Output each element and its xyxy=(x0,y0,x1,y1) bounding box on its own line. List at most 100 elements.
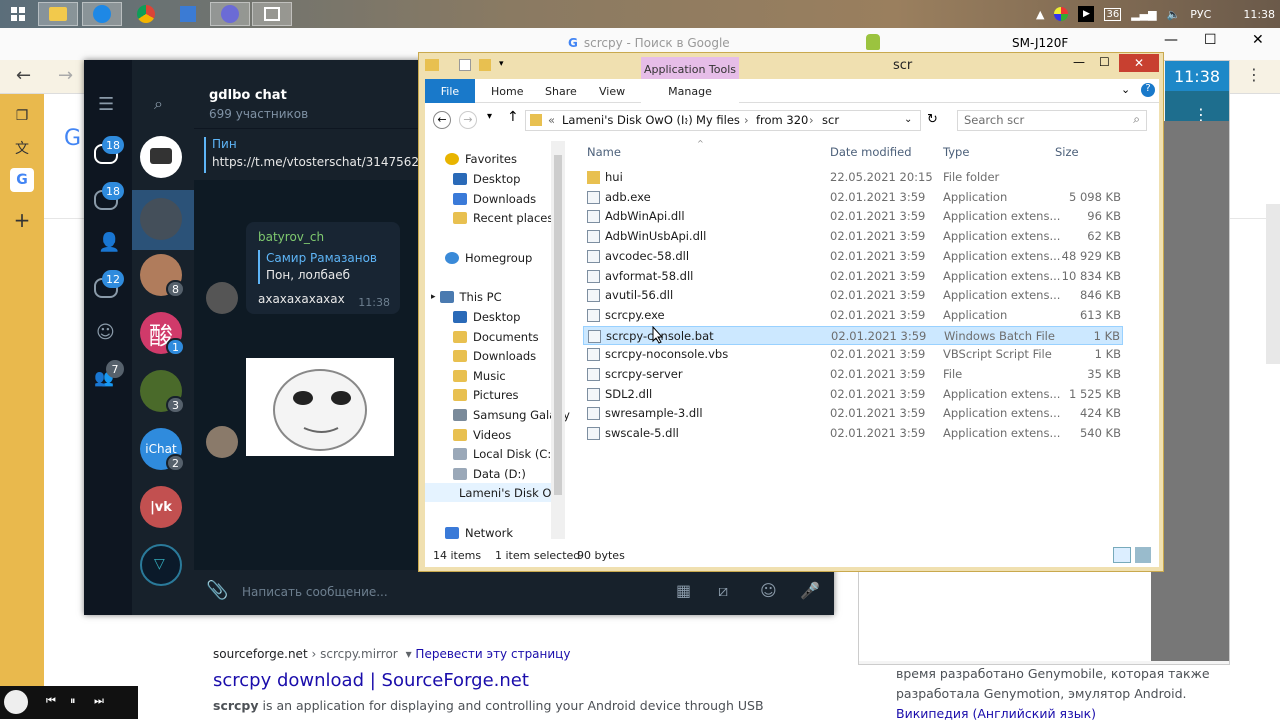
message-bubble[interactable]: batyrov_ch Самир Рамазанов Пон, лолбаеб … xyxy=(246,222,400,314)
start-button[interactable] xyxy=(0,2,36,26)
file-row[interactable]: hui 22.05.2021 20:15 File folder xyxy=(583,168,1123,187)
minimize-icon[interactable]: — xyxy=(1073,55,1085,69)
translate-icon[interactable]: 文 xyxy=(10,136,34,160)
file-row[interactable]: scrcpy-noconsole.vbs 02.01.2021 3:59 VBScr… xyxy=(583,345,1123,364)
nav-local-c[interactable]: Local Disk (C:) xyxy=(453,444,556,463)
avatar[interactable]: 8 xyxy=(140,254,185,298)
col-type[interactable]: Type xyxy=(943,145,969,159)
avatar[interactable]: 3 xyxy=(140,370,185,414)
scroll-thumb[interactable] xyxy=(554,155,562,495)
attach-icon[interactable]: 📎 xyxy=(206,580,228,601)
nav-pictures[interactable]: Pictures xyxy=(453,385,519,404)
close-icon[interactable]: ✕ xyxy=(1252,32,1264,48)
command-icon[interactable]: ⧄ xyxy=(718,581,728,601)
nav-favorites[interactable]: Favorites xyxy=(445,149,517,168)
message-input[interactable]: Написать сообщение... xyxy=(242,585,388,599)
signal-icon[interactable]: ▂▄▆ xyxy=(1131,8,1156,21)
chevron-down-icon[interactable]: ⌄ xyxy=(1121,83,1130,96)
taskbar-edge[interactable] xyxy=(82,2,122,26)
nav-network[interactable]: Network xyxy=(445,523,513,542)
nav-drive-i[interactable]: Lameni's Disk O xyxy=(425,483,551,502)
chrome-tab-title[interactable]: Gscrcpy - Поиск в Google xyxy=(568,36,730,50)
address-bar[interactable]: « Lameni's Disk OwO (I:) › My files › fr… xyxy=(525,110,921,131)
pause-icon[interactable]: ⏸ xyxy=(70,694,76,708)
folder-all-chats[interactable]: 18 xyxy=(94,136,124,164)
translate-link[interactable]: Перевести эту страницу xyxy=(415,647,570,661)
nav-pc-desktop[interactable]: Desktop xyxy=(453,307,520,326)
properties-icon[interactable] xyxy=(459,59,471,71)
nav-desktop[interactable]: Desktop xyxy=(453,169,520,188)
new-folder-icon[interactable] xyxy=(479,59,491,71)
taskbar-telegram[interactable] xyxy=(210,2,250,26)
file-row[interactable]: SDL2.dll 02.01.2021 3:59 Application exten… xyxy=(583,385,1123,404)
col-date[interactable]: Date modified xyxy=(830,145,912,159)
next-icon[interactable]: ⏭ xyxy=(94,694,104,708)
nav-homegroup[interactable]: Homegroup xyxy=(445,248,532,267)
google-logo-icon[interactable]: G xyxy=(64,126,81,151)
help-icon[interactable]: ? xyxy=(1141,83,1155,97)
col-name[interactable]: Name xyxy=(587,145,621,159)
nav-downloads[interactable]: Downloads xyxy=(453,189,536,208)
chevron-down-icon[interactable]: ▾ xyxy=(499,59,504,69)
folder-groups[interactable]: 12 xyxy=(94,270,124,298)
bot-icon[interactable]: ☺ xyxy=(96,322,115,343)
large-icons-view-icon[interactable] xyxy=(1135,547,1151,563)
microphone-icon[interactable]: 🎤 xyxy=(800,581,820,600)
maximize-icon[interactable]: ☐ xyxy=(1204,32,1217,48)
play-icon[interactable]: ▶ xyxy=(1078,6,1095,22)
file-row[interactable]: swscale-5.dll 02.01.2021 3:59 Application … xyxy=(583,424,1123,443)
avatar[interactable]: |vk xyxy=(140,486,182,528)
forward-icon[interactable]: → xyxy=(459,111,477,129)
taskbar-explorer[interactable] xyxy=(38,2,78,26)
avatar[interactable] xyxy=(140,136,182,178)
user-icon[interactable]: 👤 xyxy=(98,232,120,253)
search-field[interactable]: Search scr ⌕ xyxy=(957,110,1147,131)
file-row[interactable]: scrcpy.exe 02.01.2021 3:59 Application 613 … xyxy=(583,306,1123,325)
file-row[interactable]: avformat-58.dll 02.01.2021 3:59 Applicatio… xyxy=(583,267,1123,286)
recent-icon[interactable]: ▾ xyxy=(487,111,492,122)
sender-avatar[interactable] xyxy=(206,426,238,458)
back-icon[interactable]: ← xyxy=(433,111,451,129)
folder-contacts[interactable]: 👥 7 xyxy=(94,360,124,388)
file-row[interactable]: scrcpy-server 02.01.2021 3:59 File 35 KB xyxy=(583,365,1123,384)
search-icon[interactable]: ⌕ xyxy=(154,94,163,114)
clock[interactable]: 11:38 xyxy=(1243,8,1275,21)
tab-view[interactable]: View xyxy=(599,79,625,103)
nav-scrollbar[interactable] xyxy=(551,141,565,539)
close-button[interactable]: ✕ xyxy=(1119,54,1159,72)
nav-videos[interactable]: Videos xyxy=(453,425,511,444)
tab-share[interactable]: Share xyxy=(545,79,577,103)
col-size[interactable]: Size xyxy=(1055,145,1079,159)
menu-icon[interactable]: ☰ xyxy=(98,94,114,115)
calendar-icon[interactable]: ▦ xyxy=(676,581,691,600)
sender-avatar[interactable] xyxy=(206,282,238,314)
taskbar-chrome[interactable] xyxy=(126,2,166,26)
plus-icon[interactable]: + xyxy=(10,208,34,232)
chat-item-selected[interactable] xyxy=(132,190,194,250)
chat-title[interactable]: gdlbo chat xyxy=(209,88,287,103)
up-icon[interactable]: ↑ xyxy=(507,109,519,125)
back-arrow-icon[interactable]: ← xyxy=(16,65,31,86)
tab-home[interactable]: Home xyxy=(491,79,523,103)
file-row-selected[interactable]: scrcpy-console.bat02.01.2021 3:59Windows… xyxy=(583,325,1123,345)
maximize-icon[interactable]: ☐ xyxy=(1099,55,1110,69)
breadcrumb-myfiles[interactable]: My files xyxy=(696,113,740,127)
file-row[interactable]: adb.exe 02.01.2021 3:59 Application 5 098 K… xyxy=(583,188,1123,207)
globe-icon[interactable] xyxy=(1054,7,1069,21)
more-icon[interactable]: ⋮ xyxy=(1246,65,1262,84)
tray-badge[interactable]: 36 xyxy=(1104,7,1122,21)
taskbar-app[interactable] xyxy=(168,2,208,26)
breadcrumb-from320[interactable]: from 320 xyxy=(756,113,808,127)
avatar[interactable]: iChat 2 xyxy=(140,428,185,472)
refresh-icon[interactable]: ↻ xyxy=(927,112,938,127)
language-indicator[interactable]: РУС xyxy=(1190,8,1211,21)
nav-thispc[interactable]: ▸ This PC xyxy=(431,287,502,306)
chevron-down-icon[interactable]: ▾ xyxy=(406,647,412,661)
result-title[interactable]: scrcpy download | SourceForge.net xyxy=(213,670,529,691)
nav-data-d[interactable]: Data (D:) xyxy=(453,464,526,483)
google-tab-icon[interactable]: G xyxy=(10,168,34,192)
file-row[interactable]: AdbWinUsbApi.dll 02.01.2021 3:59 Applicati… xyxy=(583,227,1123,246)
tab-file[interactable]: File xyxy=(425,79,475,103)
sticker-image[interactable] xyxy=(246,358,394,456)
minimize-icon[interactable]: — xyxy=(1164,32,1178,48)
